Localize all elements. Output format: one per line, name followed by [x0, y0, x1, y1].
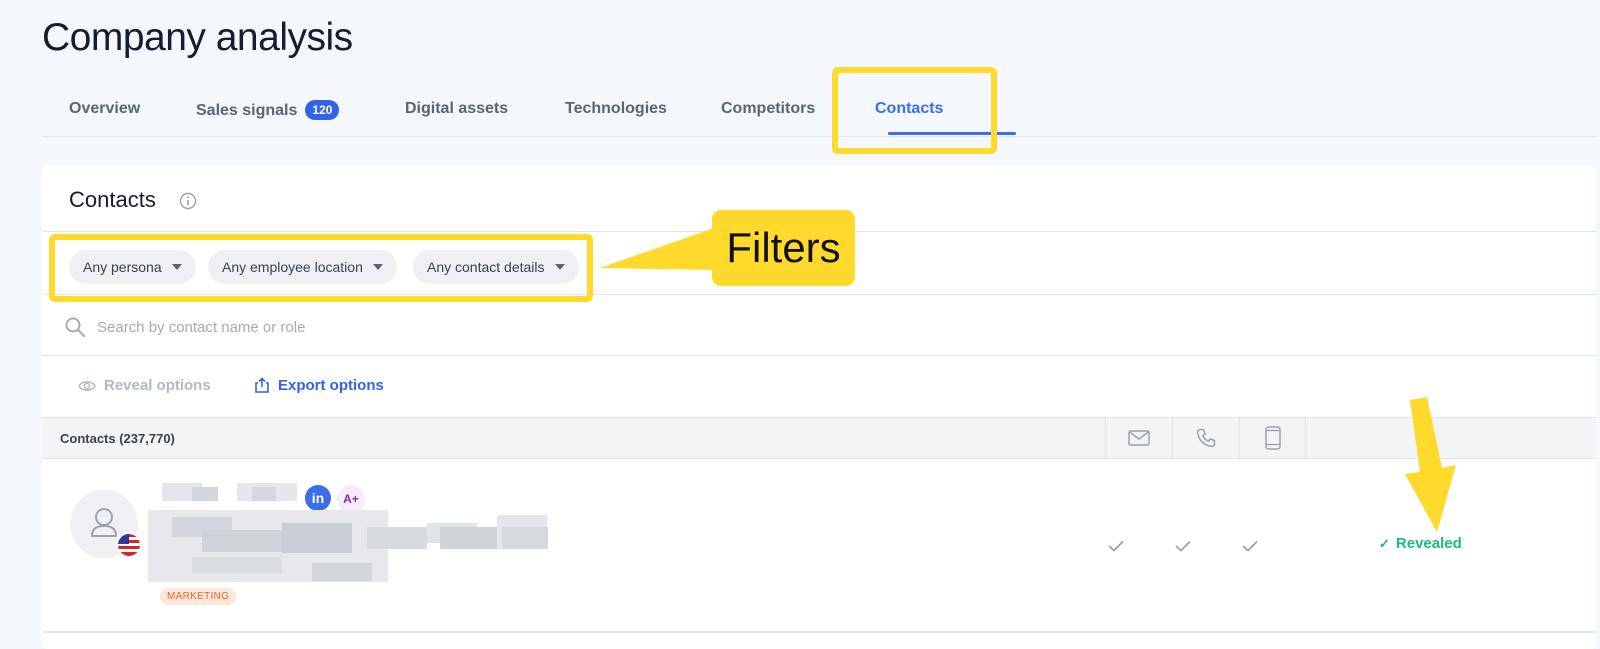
arrow-down-icon [1405, 397, 1456, 532]
callout-pointer [600, 228, 1456, 532]
filters-callout: Filters [712, 210, 855, 286]
